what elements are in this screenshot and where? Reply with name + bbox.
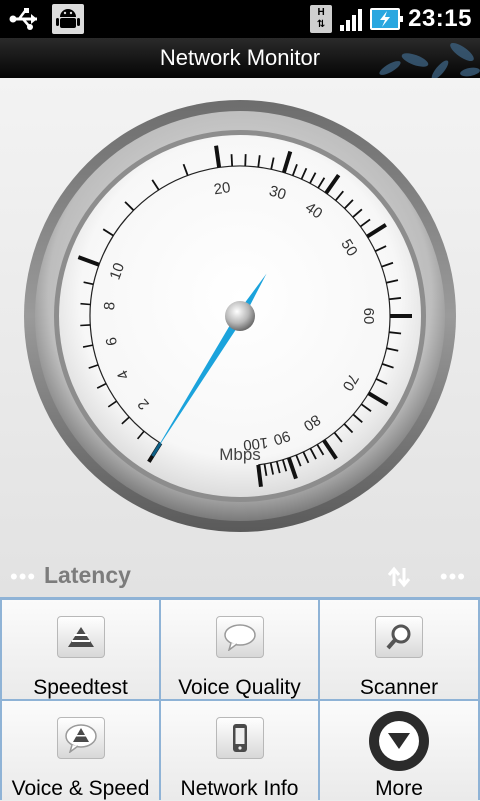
menu-item-more[interactable]: More bbox=[320, 701, 478, 800]
app-title: Network Monitor bbox=[160, 45, 320, 70]
battery-charging-icon bbox=[370, 8, 400, 30]
gauge-tick bbox=[258, 465, 261, 487]
voice-quality-icon bbox=[216, 616, 264, 658]
menu-item-label: Voice Quality bbox=[161, 676, 318, 700]
menu-item-label: Scanner bbox=[320, 676, 478, 700]
menu-item-scanner[interactable]: Scanner bbox=[320, 600, 478, 699]
latency-bar[interactable]: ••• Latency ••• bbox=[0, 556, 480, 596]
speedtest-icon bbox=[57, 616, 105, 658]
phone-icon bbox=[216, 717, 264, 759]
swap-arrows-icon[interactable] bbox=[386, 564, 412, 590]
speedometer: 2468102030405060708090100 Mbps bbox=[0, 78, 480, 558]
gauge-tick bbox=[232, 154, 233, 166]
network-type-badge: H bbox=[317, 7, 324, 18]
gauge-tick bbox=[80, 304, 90, 305]
clock: 23:15 bbox=[408, 5, 472, 33]
menu-item-network-info[interactable]: Network Info bbox=[161, 701, 318, 800]
latency-label[interactable]: Latency bbox=[44, 562, 131, 589]
gauge-hub bbox=[225, 301, 255, 331]
decorative-leaves-icon bbox=[370, 38, 480, 78]
signal-icon bbox=[340, 7, 362, 31]
overflow-dots[interactable]: ••• bbox=[440, 564, 466, 590]
menu-item-speedtest[interactable]: Speedtest bbox=[2, 600, 159, 699]
scanner-icon bbox=[375, 616, 423, 658]
voice-speed-icon bbox=[57, 717, 105, 759]
gauge-unit-label: Mbps bbox=[219, 445, 261, 464]
gauge-tick-label: 8 bbox=[101, 301, 119, 311]
menu-item-label: More bbox=[320, 777, 478, 801]
status-bar: H⇅ 23:15 bbox=[0, 0, 480, 38]
gauge-tick-label: 20 bbox=[213, 179, 232, 198]
latency-left-dots: ••• bbox=[10, 564, 36, 590]
hspa-data-icon: H⇅ bbox=[310, 5, 332, 33]
menu-item-label: Network Info bbox=[161, 777, 318, 801]
gauge-tick bbox=[80, 325, 90, 326]
gauge-tick-label: 60 bbox=[360, 308, 377, 325]
android-debug-icon bbox=[52, 4, 84, 34]
speed-gauge-panel: 2468102030405060708090100 Mbps bbox=[0, 78, 480, 598]
options-menu: Speedtest Voice Quality Scanner Voice & … bbox=[0, 597, 480, 800]
menu-item-voice-quality[interactable]: Voice Quality bbox=[161, 600, 318, 699]
menu-item-label: Speedtest bbox=[2, 676, 159, 700]
menu-item-voice-speed[interactable]: Voice & Speed bbox=[2, 701, 159, 800]
usb-icon bbox=[8, 4, 42, 34]
menu-item-label: Voice & Speed bbox=[2, 777, 159, 801]
more-icon bbox=[369, 711, 429, 771]
app-title-bar: Network Monitor bbox=[0, 38, 480, 78]
